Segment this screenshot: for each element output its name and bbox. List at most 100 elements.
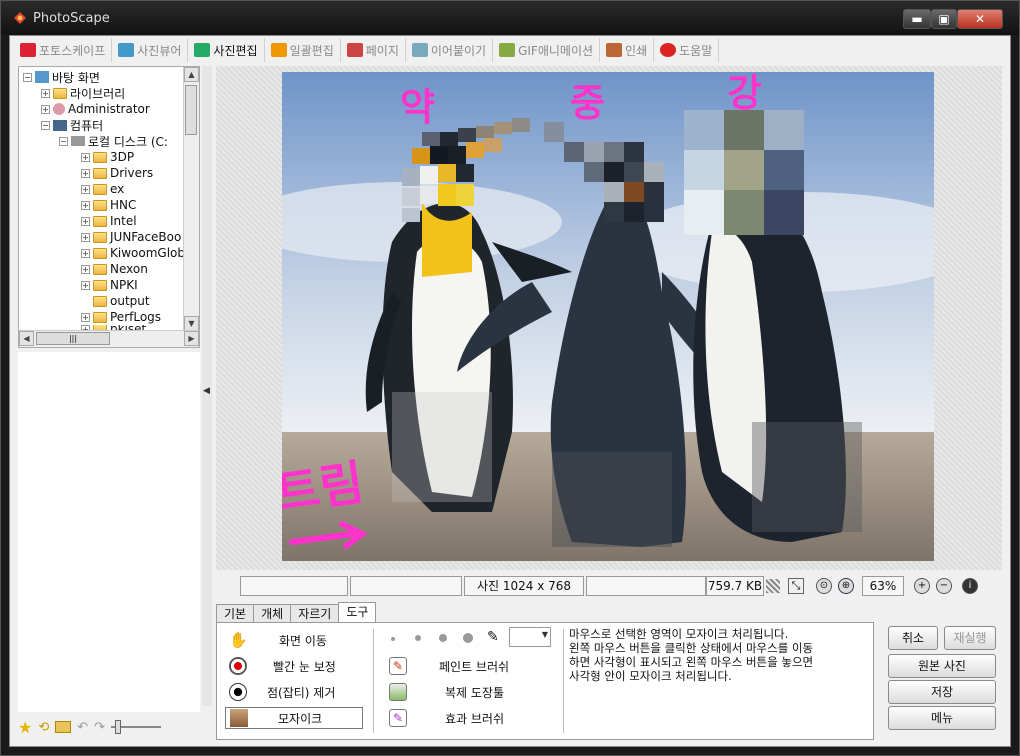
fit-icon[interactable]: ⤡	[788, 578, 804, 594]
expand-icon[interactable]: +	[81, 216, 90, 226]
tree-item-computer[interactable]: − 컴퓨터	[41, 117, 103, 133]
color-picker[interactable]: ▼	[509, 627, 551, 647]
expand-icon[interactable]: +	[81, 264, 90, 274]
minimize-button[interactable]: ▬	[903, 9, 931, 29]
tree-folder[interactable]: + ex	[81, 181, 124, 197]
tree-folder[interactable]: + Intel	[81, 213, 137, 229]
expand-icon[interactable]: +	[81, 184, 90, 194]
tree-horizontal-scrollbar[interactable]: ◀ ||| ▶	[19, 330, 199, 347]
tree-folder[interactable]: + HNC	[81, 197, 136, 213]
tree-folder[interactable]: + Nexon	[81, 261, 148, 277]
redo-button[interactable]: 재실행	[944, 626, 996, 650]
redeye-tool[interactable]: 빨간 눈 보정	[229, 655, 359, 677]
paint-brush-tool[interactable]: ✎ 페인트 브러쉬	[389, 655, 529, 677]
tab-object[interactable]: 개체	[253, 604, 292, 624]
zoom-fit-icon[interactable]: ⊕	[838, 578, 854, 594]
penguin-photo[interactable]: 약 중 강 흐트림	[282, 72, 934, 561]
cancel-button[interactable]: 취소	[888, 626, 938, 650]
scroll-up-arrow[interactable]: ▲	[184, 67, 199, 82]
desktop-icon	[35, 71, 49, 83]
close-button[interactable]: ✕	[957, 9, 1003, 29]
expand-icon[interactable]: +	[81, 280, 90, 290]
image-canvas[interactable]: 약 중 강 흐트림	[216, 66, 1002, 570]
expand-icon[interactable]: +	[81, 232, 90, 242]
menu-button[interactable]: 메뉴	[888, 706, 996, 730]
mosaic-tool[interactable]: 모자이크	[225, 707, 363, 729]
brush-size-2[interactable]	[415, 635, 421, 641]
scroll-right-arrow[interactable]: ▶	[184, 331, 199, 346]
tab-photoscape[interactable]: 포토스케이프	[14, 38, 113, 62]
save-button[interactable]: 저장	[888, 680, 996, 704]
collapse-icon[interactable]: −	[23, 72, 32, 82]
tree-vertical-scrollbar[interactable]: ▲ ▼	[183, 67, 199, 331]
effect-brush-tool[interactable]: ✎ 효과 브러쉬	[389, 707, 529, 729]
tool-label: 페인트 브러쉬	[439, 659, 510, 674]
expand-icon[interactable]: +	[41, 88, 50, 98]
tab-print[interactable]: 인쇄	[600, 38, 655, 62]
tab-combine[interactable]: 이어붙이기	[406, 38, 494, 62]
tree-item-desktop[interactable]: − 바탕 화면	[23, 69, 100, 85]
library-icon	[53, 87, 67, 99]
tab-editor[interactable]: 사진편집	[188, 38, 265, 62]
thumbnail-size-slider[interactable]	[111, 720, 162, 734]
tree-folder[interactable]: + KiwoomGlob	[81, 245, 185, 261]
expand-icon[interactable]: +	[41, 104, 50, 114]
tab-viewer[interactable]: 사진뷰어	[112, 38, 189, 62]
tab-page[interactable]: 페이지	[341, 38, 406, 62]
scroll-thumb[interactable]	[185, 85, 197, 135]
scroll-left-arrow[interactable]: ◀	[19, 331, 34, 346]
tree-folder[interactable]: + PerfLogs	[81, 309, 161, 325]
tree-folder[interactable]: output	[93, 293, 150, 309]
back-arrow-icon[interactable]: ↶	[77, 720, 88, 735]
brush-size-3[interactable]	[439, 634, 447, 642]
collapse-icon[interactable]: −	[41, 120, 50, 130]
expand-icon[interactable]: +	[81, 168, 90, 178]
maximize-button[interactable]: ▣	[931, 9, 957, 29]
panel-splitter[interactable]: ◀	[202, 66, 212, 706]
tab-help[interactable]: 도움말	[654, 38, 720, 62]
tree-folder[interactable]: + JUNFaceBoo	[81, 229, 181, 245]
spot-tool[interactable]: 점(잡티) 제거	[229, 681, 359, 703]
collapse-icon[interactable]: −	[59, 136, 68, 146]
tree-item-library[interactable]: + 라이브러리	[41, 85, 125, 101]
transparency-icon[interactable]	[766, 579, 780, 593]
refresh-icon[interactable]: ⟲	[38, 720, 49, 735]
expand-icon[interactable]: +	[81, 200, 90, 210]
bottom-toolbar: ★ ⟲ ↶ ↷	[18, 716, 208, 738]
expand-icon[interactable]: +	[81, 152, 90, 162]
tree-folder[interactable]: + NPKI	[81, 277, 138, 293]
scroll-thumb[interactable]: |||	[36, 332, 110, 345]
clone-stamp-tool[interactable]: 복제 도장툴	[389, 681, 529, 703]
brush-size-1[interactable]	[391, 637, 395, 641]
folder-icon[interactable]	[55, 721, 72, 733]
scroll-down-arrow[interactable]: ▼	[184, 316, 199, 331]
forward-arrow-icon[interactable]: ↷	[94, 720, 105, 735]
move-tool[interactable]: ✋ 화면 이동	[229, 629, 359, 651]
eyedropper-icon[interactable]: ✎	[487, 629, 499, 645]
tree-label: NPKI	[110, 278, 138, 292]
tab-gif[interactable]: GIF애니메이션	[493, 38, 601, 62]
tree-item-local-disk[interactable]: − 로컬 디스크 (C:	[59, 133, 168, 149]
zoom-in-icon[interactable]: +	[914, 578, 930, 594]
brush-size-4[interactable]	[463, 633, 473, 643]
collapse-arrow-icon[interactable]: ◀	[203, 386, 210, 396]
tab-tools[interactable]: 도구	[338, 602, 377, 624]
tree-folder[interactable]: + Drivers	[81, 165, 153, 181]
tree-folder[interactable]: +3DP	[81, 149, 134, 165]
tab-basic[interactable]: 기본	[216, 604, 255, 624]
app-logo-icon	[14, 12, 26, 24]
expand-icon[interactable]: +	[81, 248, 90, 258]
actual-size-icon[interactable]: ⊙	[816, 578, 832, 594]
zoom-out-icon[interactable]: −	[936, 578, 952, 594]
tree-item-administrator[interactable]: + Administrator	[41, 101, 150, 117]
star-icon[interactable]: ★	[18, 718, 32, 737]
help-icon	[660, 43, 677, 57]
original-photo-button[interactable]: 원본 사진	[888, 654, 996, 678]
info-icon[interactable]: i	[962, 578, 978, 594]
expand-icon[interactable]: +	[81, 312, 90, 322]
zoom-level[interactable]: 63%	[862, 576, 904, 596]
thumbnail-area[interactable]	[18, 352, 200, 712]
tab-crop[interactable]: 자르기	[290, 604, 340, 624]
folder-tree[interactable]: − 바탕 화면 + 라이브러리 + Administrator − 컴퓨터 − 로컬 디스…	[18, 66, 200, 348]
tab-batch[interactable]: 일괄편집	[265, 38, 341, 62]
